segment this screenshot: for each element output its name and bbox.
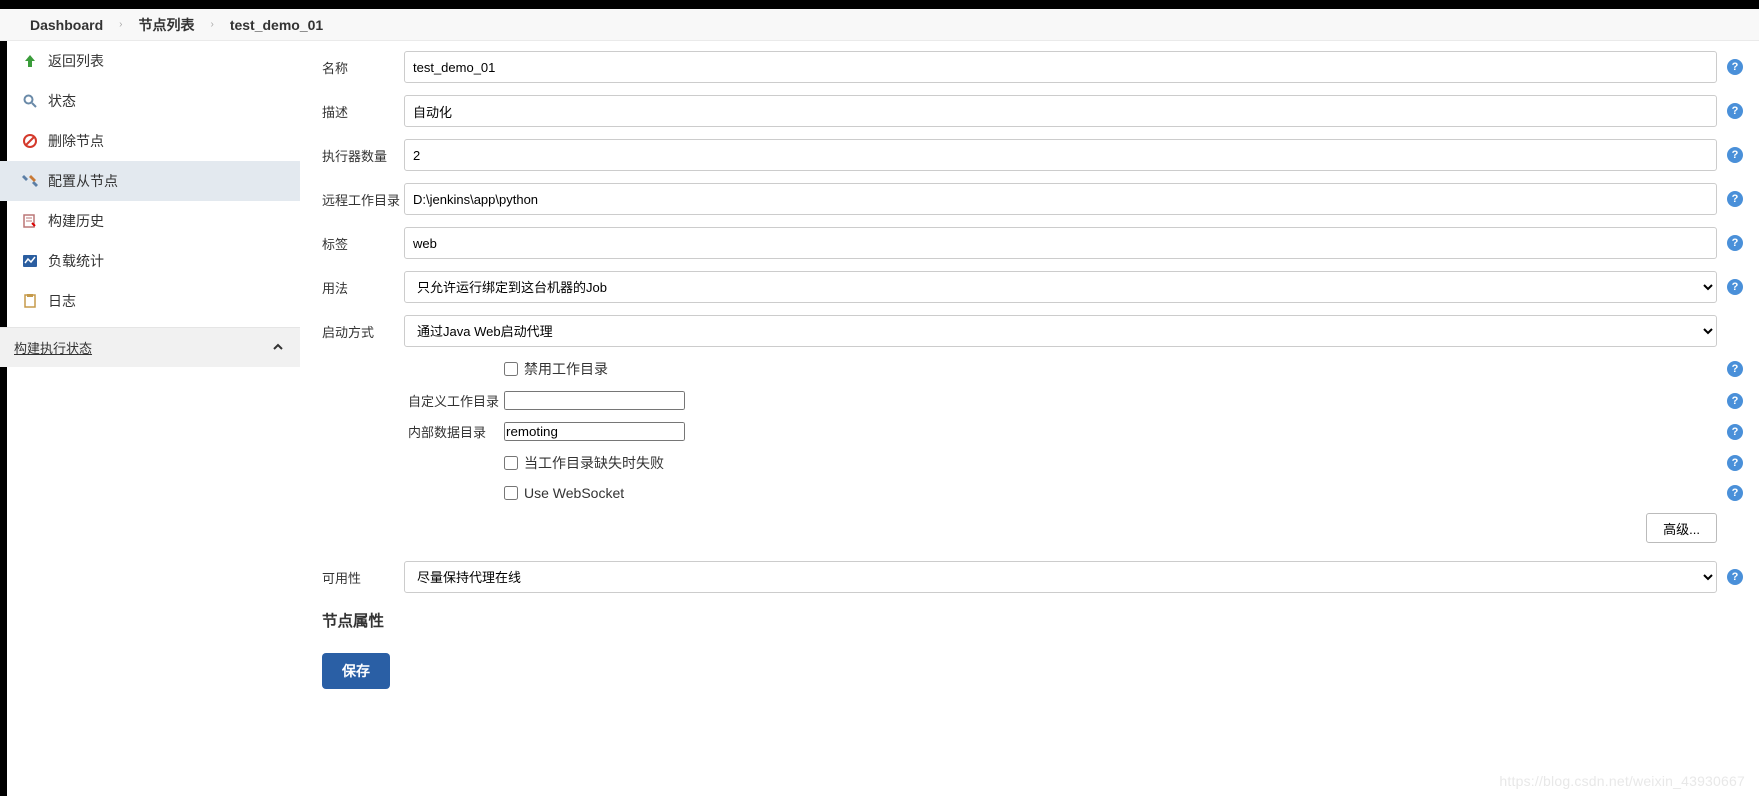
- input-executors[interactable]: [404, 139, 1717, 171]
- sidebar-item-label: 日志: [48, 291, 76, 311]
- sidebar-item-label: 返回列表: [48, 51, 104, 71]
- row-disable-workdir: 禁用工作目录 ?: [504, 359, 1743, 379]
- input-custom-workdir[interactable]: [504, 391, 685, 410]
- document-icon: [20, 211, 40, 231]
- black-top-strip: [0, 0, 1759, 9]
- input-description[interactable]: [404, 95, 1717, 127]
- node-properties-heading: 节点属性: [322, 609, 1743, 631]
- label-labels: 标签: [322, 234, 404, 253]
- input-remote-fs[interactable]: [404, 183, 1717, 215]
- chevron-up-icon: [272, 340, 284, 356]
- collapse-label: 构建执行状态: [14, 338, 92, 357]
- row-remote-fs: 远程工作目录 ?: [322, 183, 1743, 215]
- help-icon[interactable]: ?: [1727, 569, 1743, 585]
- sidebar-item-label: 删除节点: [48, 131, 104, 151]
- sidebar-item-label: 配置从节点: [48, 171, 118, 191]
- breadcrumb: Dashboard › 节点列表 › test_demo_01: [0, 9, 1759, 41]
- breadcrumb-node-name[interactable]: test_demo_01: [224, 17, 329, 33]
- label-usage: 用法: [322, 278, 404, 297]
- label-custom-workdir: 自定义工作目录: [408, 391, 504, 410]
- help-icon[interactable]: ?: [1727, 147, 1743, 163]
- sidebar-item-label: 状态: [48, 91, 76, 111]
- help-icon[interactable]: ?: [1727, 235, 1743, 251]
- sidebar: 返回列表 状态 删除节点 配置从节点 构建历史: [0, 41, 300, 789]
- breadcrumb-sep-1: ›: [109, 19, 132, 30]
- sidebar-item-configure[interactable]: 配置从节点: [0, 161, 300, 201]
- label-use-websocket: Use WebSocket: [524, 485, 624, 501]
- label-description: 描述: [322, 102, 404, 121]
- row-custom-workdir: 自定义工作目录 ?: [408, 391, 1743, 410]
- help-icon[interactable]: ?: [1727, 103, 1743, 119]
- input-labels[interactable]: [404, 227, 1717, 259]
- sidebar-item-log[interactable]: 日志: [0, 281, 300, 321]
- sidebar-item-delete[interactable]: 删除节点: [0, 121, 300, 161]
- sidebar-item-status[interactable]: 状态: [0, 81, 300, 121]
- sidebar-item-label: 构建历史: [48, 211, 104, 231]
- row-fail-if-missing: 当工作目录缺失时失败 ?: [504, 453, 1743, 473]
- save-button[interactable]: 保存: [322, 653, 390, 689]
- checkbox-disable-workdir[interactable]: [504, 362, 518, 376]
- help-icon[interactable]: ?: [1727, 279, 1743, 295]
- label-internal-dir: 内部数据目录: [408, 422, 504, 441]
- breadcrumb-dashboard[interactable]: Dashboard: [24, 17, 109, 33]
- checkbox-fail-if-missing[interactable]: [504, 456, 518, 470]
- sidebar-item-build-history[interactable]: 构建历史: [0, 201, 300, 241]
- chart-icon: [20, 251, 40, 271]
- label-fail-if-missing: 当工作目录缺失时失败: [524, 453, 664, 473]
- row-internal-dir: 内部数据目录 ?: [408, 422, 1743, 441]
- help-icon[interactable]: ?: [1727, 393, 1743, 409]
- label-disable-workdir: 禁用工作目录: [524, 359, 608, 379]
- row-advanced: 高级...: [322, 513, 1717, 543]
- input-internal-dir[interactable]: [504, 422, 685, 441]
- row-labels: 标签 ?: [322, 227, 1743, 259]
- prohibit-icon: [20, 131, 40, 151]
- sidebar-item-label: 负载统计: [48, 251, 104, 271]
- watermark: https://blog.csdn.net/weixin_43930667: [1499, 773, 1745, 789]
- breadcrumb-sep-2: ›: [200, 19, 223, 30]
- checkbox-use-websocket[interactable]: [504, 486, 518, 500]
- launch-subgroup: 禁用工作目录 ? 自定义工作目录 ? 内部数据目录 ? 当工作目录缺失时失败 ?: [504, 359, 1743, 501]
- help-icon[interactable]: ?: [1727, 424, 1743, 440]
- layout: 返回列表 状态 删除节点 配置从节点 构建历史: [0, 41, 1759, 789]
- label-remote-fs: 远程工作目录: [322, 190, 404, 209]
- help-icon[interactable]: ?: [1727, 361, 1743, 377]
- save-bar: 保存: [322, 653, 1743, 689]
- row-launch-method: 启动方式 通过Java Web启动代理: [322, 315, 1743, 347]
- label-name: 名称: [322, 58, 404, 77]
- label-executors: 执行器数量: [322, 146, 404, 165]
- row-use-websocket: Use WebSocket ?: [504, 485, 1743, 501]
- label-launch-method: 启动方式: [322, 322, 404, 341]
- sidebar-item-load-stats[interactable]: 负载统计: [0, 241, 300, 281]
- help-icon[interactable]: ?: [1727, 485, 1743, 501]
- help-icon[interactable]: ?: [1727, 191, 1743, 207]
- row-name: 名称 ?: [322, 51, 1743, 83]
- build-exec-status-toggle[interactable]: 构建执行状态: [0, 327, 300, 367]
- advanced-button[interactable]: 高级...: [1646, 513, 1717, 543]
- help-icon[interactable]: ?: [1727, 455, 1743, 471]
- row-availability: 可用性 尽量保持代理在线 ?: [322, 561, 1743, 593]
- clipboard-icon: [20, 291, 40, 311]
- row-executors: 执行器数量 ?: [322, 139, 1743, 171]
- help-icon[interactable]: ?: [1727, 59, 1743, 75]
- tools-icon: [20, 171, 40, 191]
- main: 名称 ? 描述 ? 执行器数量 ? 远程工作目录 ? 标签 ? 用法: [300, 41, 1759, 789]
- select-availability[interactable]: 尽量保持代理在线: [404, 561, 1717, 593]
- row-description: 描述 ?: [322, 95, 1743, 127]
- select-usage[interactable]: 只允许运行绑定到这台机器的Job: [404, 271, 1717, 303]
- breadcrumb-node-list[interactable]: 节点列表: [132, 15, 200, 35]
- search-icon: [20, 91, 40, 111]
- sidebar-item-back[interactable]: 返回列表: [0, 41, 300, 81]
- label-availability: 可用性: [322, 568, 404, 587]
- arrow-up-icon: [20, 51, 40, 71]
- select-launch-method[interactable]: 通过Java Web启动代理: [404, 315, 1717, 347]
- input-name[interactable]: [404, 51, 1717, 83]
- row-usage: 用法 只允许运行绑定到这台机器的Job ?: [322, 271, 1743, 303]
